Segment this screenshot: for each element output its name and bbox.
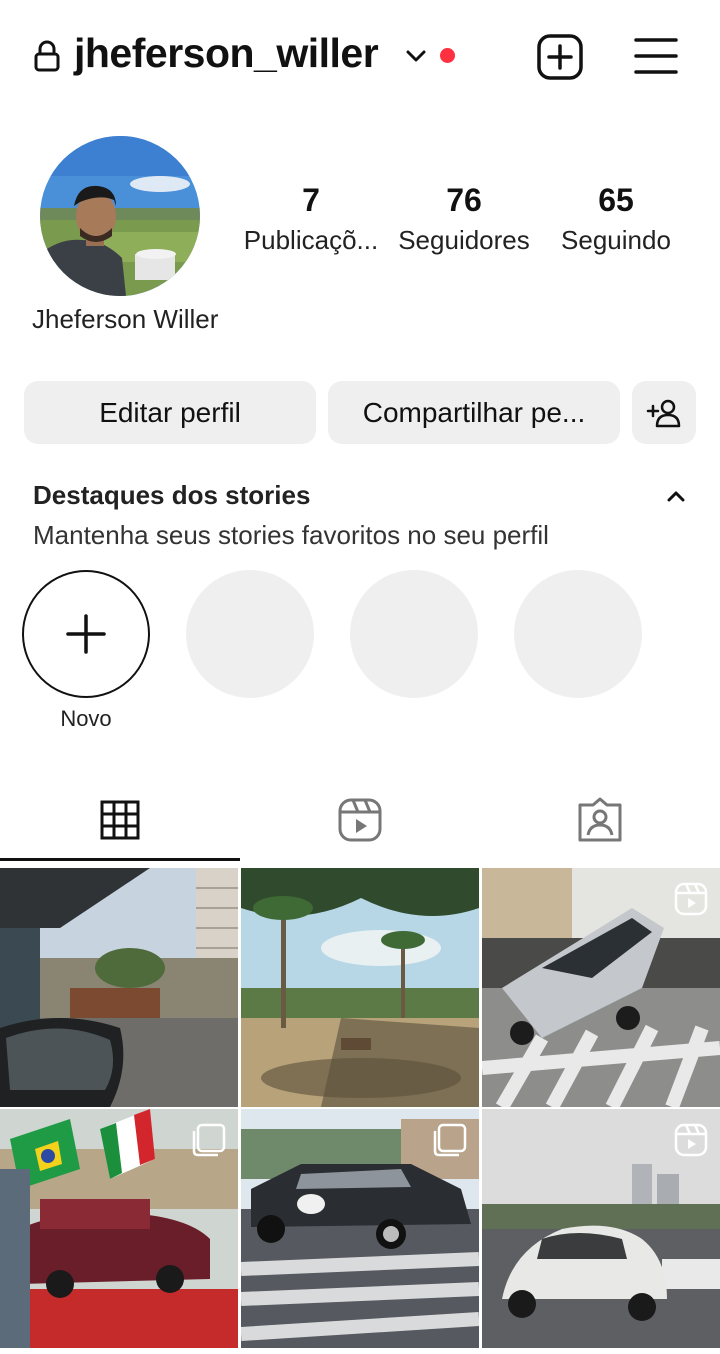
unread-dot (440, 48, 455, 63)
chevron-down-icon[interactable] (404, 46, 428, 66)
carousel-icon (433, 1123, 467, 1157)
stat-followers[interactable]: 76 Seguidores (390, 178, 538, 258)
post-thumbnail[interactable] (482, 1109, 720, 1348)
top-bar: jheferson_willer (0, 0, 720, 115)
post-thumbnail[interactable] (241, 868, 479, 1107)
highlights-subtitle: Mantenha seus stories favoritos no seu p… (33, 520, 549, 550)
add-post-icon[interactable] (536, 33, 584, 81)
new-highlight-label: Novo (60, 706, 112, 731)
highlight-placeholder (186, 570, 314, 698)
stat-posts[interactable]: 7 Publicaçõ... (236, 178, 386, 258)
followers-label: Seguidores (398, 225, 530, 255)
reel-icon (674, 1123, 708, 1157)
posts-grid (0, 864, 720, 1354)
profile-avatar[interactable] (40, 136, 200, 296)
lock-icon (34, 40, 60, 72)
add-person-icon (646, 399, 681, 427)
following-count: 65 (598, 182, 634, 218)
post-thumbnail[interactable] (0, 1109, 238, 1348)
highlight-placeholder (350, 570, 478, 698)
chevron-up-icon[interactable] (664, 486, 688, 506)
reels-icon (338, 798, 382, 842)
discover-people-button[interactable] (632, 381, 696, 444)
stat-following[interactable]: 65 Seguindo (544, 178, 688, 258)
followers-count: 76 (446, 182, 482, 218)
tab-posts-grid[interactable] (0, 780, 240, 860)
post-thumbnail[interactable] (241, 1109, 479, 1348)
post-thumbnail[interactable] (0, 868, 238, 1107)
posts-count: 7 (302, 182, 320, 218)
following-label: Seguindo (561, 225, 671, 255)
highlight-placeholder (514, 570, 642, 698)
tab-reels[interactable] (240, 780, 480, 860)
display-name: Jheferson Willer (32, 304, 219, 334)
post-thumbnail[interactable] (482, 868, 720, 1107)
highlights-title: Destaques dos stories (33, 480, 311, 510)
reel-icon (674, 882, 708, 916)
edit-profile-button[interactable]: Editar perfil (24, 381, 316, 444)
grid-icon (100, 800, 140, 840)
tab-tagged[interactable] (480, 780, 720, 860)
carousel-icon (192, 1123, 226, 1157)
share-profile-button[interactable]: Compartilhar pe... (328, 381, 620, 444)
active-tab-indicator (0, 858, 240, 861)
tagged-icon (578, 797, 622, 842)
username-switcher[interactable]: jheferson_willer (74, 30, 379, 77)
hamburger-menu-icon[interactable] (634, 36, 678, 76)
plus-icon (66, 614, 106, 654)
posts-label: Publicaçõ... (243, 225, 379, 255)
new-highlight-button[interactable] (22, 570, 150, 698)
